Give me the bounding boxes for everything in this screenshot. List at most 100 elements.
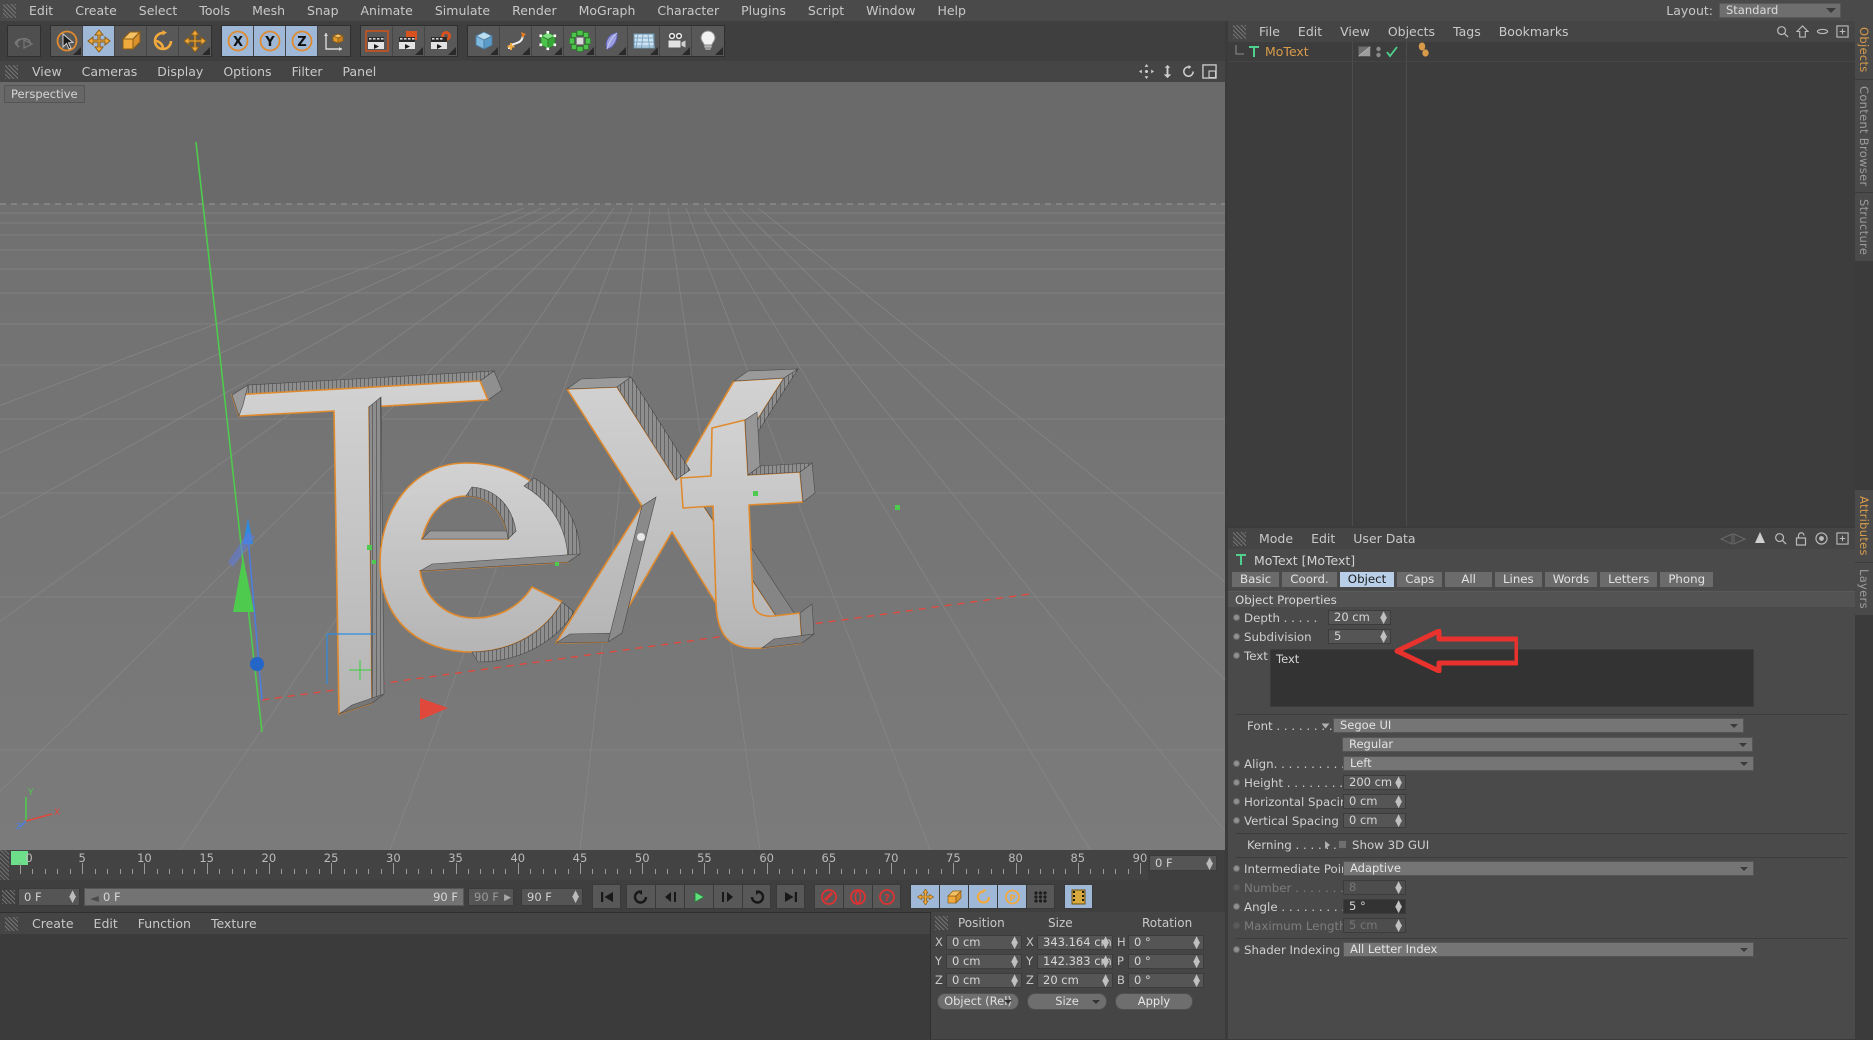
stepper-icon[interactable]: ▲ ▼ xyxy=(1011,935,1018,950)
stepper-icon[interactable]: ▲ ▼ xyxy=(1395,776,1402,791)
vspacing-animate-dot[interactable] xyxy=(1233,817,1240,824)
nav-arrows-icon[interactable] xyxy=(1720,532,1746,545)
mograph-tag-icon[interactable] xyxy=(1416,42,1434,58)
menu-item-script[interactable]: Script xyxy=(797,0,855,21)
timeline-ruler[interactable]: 0 5 10 15 20 25 30 35 40 45 50 55 60 65 70 75 80 85 90 xyxy=(0,850,1148,880)
x-axis-icon[interactable]: X xyxy=(222,26,254,56)
material-menu-function[interactable]: Function xyxy=(128,913,201,934)
vtab-attributes[interactable]: Attributes xyxy=(1855,490,1873,564)
material-grip[interactable] xyxy=(5,916,18,931)
subdivision-animate-dot[interactable] xyxy=(1233,633,1240,640)
step-forward-keyframe-icon[interactable] xyxy=(742,884,771,909)
undo-redo-icon[interactable] xyxy=(8,26,40,56)
stepper-icon[interactable]: ▲ ▼ xyxy=(572,889,579,904)
object-tree-item-motext[interactable]: MoText xyxy=(1228,42,1855,61)
go-to-start-icon[interactable] xyxy=(592,884,621,909)
vtab-layers[interactable]: Layers xyxy=(1855,563,1873,616)
tab-phong[interactable]: Phong xyxy=(1659,571,1715,588)
play-icon[interactable] xyxy=(684,884,713,909)
menu-item-mograph[interactable]: MoGraph xyxy=(568,0,647,21)
enabled-check-icon[interactable] xyxy=(1386,45,1398,58)
light-icon[interactable] xyxy=(692,26,724,56)
scene-environment-icon[interactable] xyxy=(628,26,660,56)
subdivision-field[interactable]: 5 ▲ ▼ xyxy=(1328,629,1391,645)
array-icon[interactable] xyxy=(564,26,596,56)
viewport-menu-filter[interactable]: Filter xyxy=(282,61,333,82)
menu-item-render[interactable]: Render xyxy=(501,0,568,21)
angle-animate-dot[interactable] xyxy=(1233,903,1240,910)
vspacing-field[interactable]: 0 cm ▲ ▼ xyxy=(1343,813,1406,829)
world-object-axis-icon[interactable] xyxy=(318,26,350,56)
rotate-icon[interactable] xyxy=(147,26,179,56)
menu-item-tools[interactable]: Tools xyxy=(188,0,241,21)
transport-grip[interactable] xyxy=(2,889,15,904)
tab-basic[interactable]: Basic xyxy=(1231,571,1281,588)
move-alt-icon[interactable] xyxy=(179,26,211,56)
menu-item-character[interactable]: Character xyxy=(646,0,730,21)
add-panel-icon[interactable] xyxy=(1836,25,1849,38)
display-toggle-icon[interactable] xyxy=(1358,46,1371,57)
object-menu-tags[interactable]: Tags xyxy=(1444,21,1490,42)
position-key-icon[interactable] xyxy=(910,884,939,909)
filmstrip-icon[interactable] xyxy=(1064,884,1093,909)
maximize-view-icon[interactable] xyxy=(1202,64,1217,79)
angle-field[interactable]: 5 ° ▲ ▼ xyxy=(1343,899,1406,915)
spline-pen-icon[interactable] xyxy=(500,26,532,56)
size-x-field[interactable]: 343.164 cm ▲ ▼ xyxy=(1037,934,1113,950)
end-frame-small-field[interactable]: 90 F ▶ xyxy=(468,887,514,906)
rotation-h-field[interactable]: 0 ° ▲ ▼ xyxy=(1128,934,1204,950)
stepper-icon[interactable]: ▲ ▼ xyxy=(1380,611,1387,626)
tab-lines[interactable]: Lines xyxy=(1493,571,1543,588)
menu-item-animate[interactable]: Animate xyxy=(350,0,424,21)
menu-item-window[interactable]: Window xyxy=(855,0,926,21)
timeline-grip[interactable] xyxy=(0,850,9,880)
render-region-icon[interactable] xyxy=(393,26,425,56)
intermediate-points-dropdown[interactable]: Adaptive xyxy=(1343,861,1754,876)
lock-icon[interactable] xyxy=(1795,531,1807,546)
scale-icon[interactable] xyxy=(115,26,147,56)
target-icon[interactable] xyxy=(1815,532,1828,545)
scale-key-icon[interactable] xyxy=(939,884,968,909)
vtab-structure[interactable]: Structure xyxy=(1855,193,1873,263)
menu-item-select[interactable]: Select xyxy=(128,0,189,21)
viewport-menu-options[interactable]: Options xyxy=(213,61,281,82)
autokey-icon[interactable] xyxy=(843,884,872,909)
text-object-icon[interactable] xyxy=(1247,45,1261,59)
object-name-label[interactable]: MoText xyxy=(1265,44,1309,59)
font-expand-arrow-icon[interactable] xyxy=(1321,723,1330,728)
hspacing-field[interactable]: 0 cm ▲ ▼ xyxy=(1343,794,1406,810)
object-menu-objects[interactable]: Objects xyxy=(1379,21,1444,42)
attribute-menu-mode[interactable]: Mode xyxy=(1250,528,1302,549)
param-key-icon[interactable]: P xyxy=(997,884,1026,909)
step-back-keyframe-icon[interactable] xyxy=(626,884,655,909)
current-frame-field[interactable]: 0 F ▲ ▼ xyxy=(1149,855,1217,872)
size-z-field[interactable]: 20 cm ▲ ▼ xyxy=(1037,972,1113,988)
material-menu-edit[interactable]: Edit xyxy=(84,913,128,934)
dolly-icon[interactable] xyxy=(1160,64,1175,79)
shader-indexing-dropdown[interactable]: All Letter Index xyxy=(1343,942,1754,957)
font-family-dropdown[interactable]: Segoe UI xyxy=(1333,718,1744,733)
tab-caps[interactable]: Caps xyxy=(1396,571,1444,588)
kerning-expand-arrow-icon[interactable] xyxy=(1325,840,1330,849)
attribute-menu-edit[interactable]: Edit xyxy=(1302,528,1344,549)
stepper-icon[interactable]: ▲ ▼ xyxy=(1395,900,1402,915)
pin-icon[interactable] xyxy=(1754,532,1766,545)
stepper-icon[interactable]: ▲ ▼ xyxy=(1380,630,1387,645)
font-style-dropdown[interactable]: Regular xyxy=(1342,737,1753,752)
tab-letters[interactable]: Letters xyxy=(1599,571,1659,588)
go-to-end-icon[interactable] xyxy=(776,884,805,909)
viewport-grip[interactable] xyxy=(5,64,18,79)
stepper-icon[interactable]: ▲ ▼ xyxy=(1011,973,1018,988)
menu-item-simulate[interactable]: Simulate xyxy=(424,0,501,21)
object-menu-bookmarks[interactable]: Bookmarks xyxy=(1490,21,1578,42)
tab-words[interactable]: Words xyxy=(1543,571,1599,588)
position-y-field[interactable]: 0 cm ▲ ▼ xyxy=(946,953,1022,969)
menu-item-edit[interactable]: Edit xyxy=(18,0,64,21)
step-forward-icon[interactable] xyxy=(713,884,742,909)
stepper-icon[interactable]: ▲ ▼ xyxy=(1206,857,1213,872)
object-menu-view[interactable]: View xyxy=(1331,21,1379,42)
menu-item-mesh[interactable]: Mesh xyxy=(241,0,296,21)
vtab-objects[interactable]: Objects xyxy=(1855,21,1873,80)
height-field[interactable]: 200 cm ▲ ▼ xyxy=(1343,775,1406,791)
slider-left-handle-icon[interactable]: ◄ xyxy=(90,890,99,906)
